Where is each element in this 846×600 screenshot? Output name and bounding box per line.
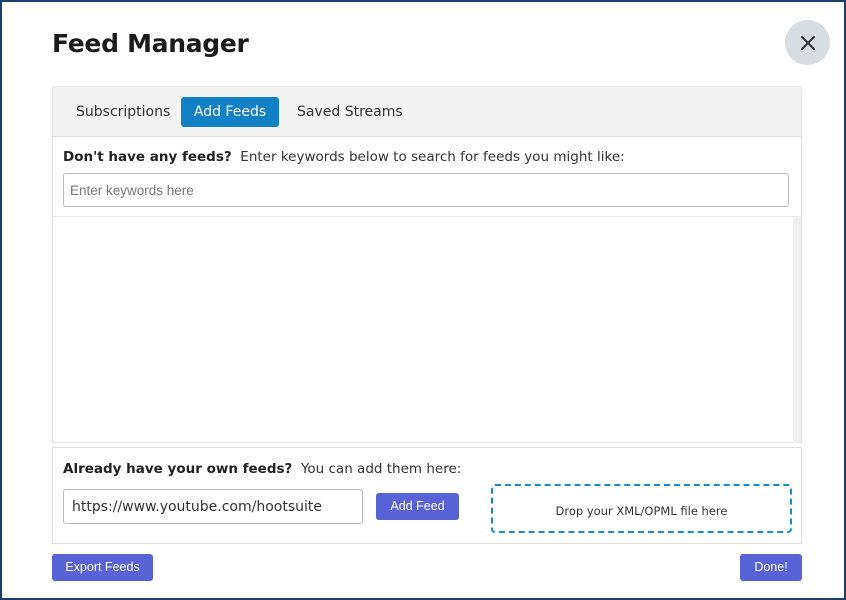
tab-subscriptions[interactable]: Subscriptions <box>62 97 184 127</box>
search-prompt: Don't have any feeds? Enter keywords bel… <box>63 149 625 165</box>
tab-add-feeds[interactable]: Add Feeds <box>181 97 279 127</box>
close-icon <box>800 35 815 50</box>
search-results-list[interactable] <box>53 216 801 443</box>
export-feeds-button[interactable]: Export Feeds <box>52 554 153 581</box>
search-prompt-bold: Don't have any feeds? <box>63 149 232 165</box>
own-feeds-prompt-bold: Already have your own feeds? <box>63 461 293 477</box>
feed-url-input[interactable] <box>63 489 363 524</box>
dialog-frame: Feed Manager Subscriptions Add Feeds Sav… <box>0 0 846 600</box>
keyword-search-input[interactable] <box>63 173 789 207</box>
search-feeds-panel: Don't have any feeds? Enter keywords bel… <box>52 136 802 443</box>
own-feeds-prompt: Already have your own feeds? You can add… <box>63 461 461 477</box>
results-scrollbar[interactable] <box>793 217 801 443</box>
close-button[interactable] <box>785 20 830 65</box>
search-prompt-text: Enter keywords below to search for feeds… <box>240 149 625 165</box>
own-feeds-panel: Already have your own feeds? You can add… <box>52 447 802 544</box>
tab-bar: Subscriptions Add Feeds Saved Streams <box>52 86 802 136</box>
own-feeds-prompt-text: You can add them here: <box>300 461 462 477</box>
tab-saved-streams[interactable]: Saved Streams <box>283 97 417 127</box>
dialog-title: Feed Manager <box>52 29 249 58</box>
dropzone-label: Drop your XML/OPML file here <box>555 503 728 518</box>
add-feed-button[interactable]: Add Feed <box>376 493 459 520</box>
done-button[interactable]: Done! <box>740 554 802 581</box>
opml-dropzone[interactable]: Drop your XML/OPML file here <box>491 484 792 533</box>
